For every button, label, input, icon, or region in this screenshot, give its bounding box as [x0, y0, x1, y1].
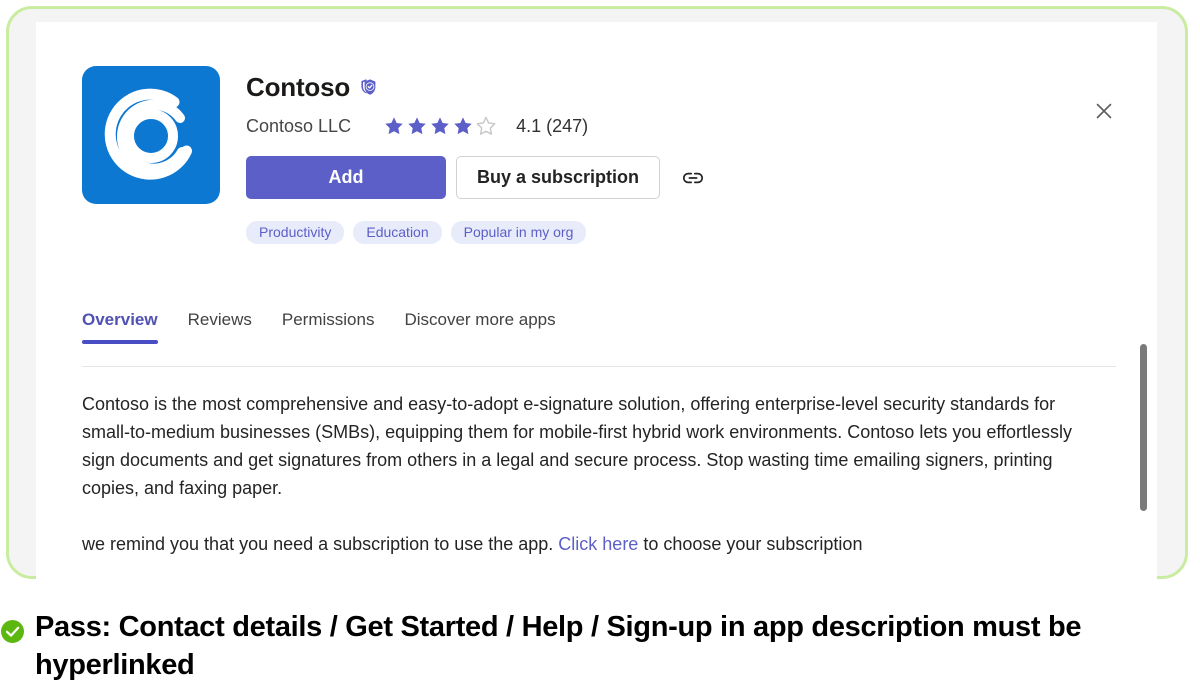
- click-here-link[interactable]: Click here: [558, 534, 638, 554]
- overview-content: Contoso is the most comprehensive and ea…: [82, 390, 1092, 558]
- description-paragraph: Contoso is the most comprehensive and ea…: [82, 394, 1073, 498]
- publisher-row: Contoso LLC 4.1 (247): [246, 113, 1006, 139]
- app-detail-dialog: Contoso Contoso LLC 4.1 (247) Add Buy a …: [36, 22, 1157, 579]
- buy-subscription-button[interactable]: Buy a subscription: [456, 156, 661, 199]
- close-button[interactable]: [1087, 94, 1121, 128]
- contoso-app-icon: [82, 66, 220, 204]
- scrollbar-thumb[interactable]: [1140, 344, 1147, 511]
- category-chips: Productivity Education Popular in my org: [246, 221, 1006, 244]
- tab-permissions[interactable]: Permissions: [267, 310, 390, 344]
- tab-overview[interactable]: Overview: [82, 310, 173, 344]
- star-empty-icon: [476, 116, 496, 135]
- chip-productivity[interactable]: Productivity: [246, 221, 345, 244]
- subscription-note-prefix: we remind you that you need a subscripti…: [82, 534, 559, 554]
- status-message: Pass: Contact details / Get Started / He…: [35, 611, 1082, 681]
- title-row: Contoso: [246, 70, 1006, 104]
- action-buttons: Add Buy a subscription: [246, 156, 1006, 199]
- close-icon: [1096, 103, 1112, 119]
- content-scrollbar[interactable]: [1138, 322, 1148, 572]
- star-filled-icon: [454, 117, 472, 135]
- chip-education[interactable]: Education: [353, 221, 442, 244]
- verified-shield-icon: [359, 77, 379, 97]
- tab-divider: [82, 366, 1116, 367]
- tab-reviews[interactable]: Reviews: [173, 310, 267, 344]
- check-circle-icon: [0, 619, 25, 644]
- chip-popular-in-my-org[interactable]: Popular in my org: [450, 221, 587, 244]
- rating-value: 4.1 (247): [516, 115, 589, 136]
- star-filled-icon: [385, 117, 403, 135]
- tab-discover-more-apps[interactable]: Discover more apps: [389, 310, 570, 344]
- star-filled-icon: [431, 117, 449, 135]
- page-title: Contoso: [246, 71, 351, 102]
- subscription-note-suffix: to choose your subscription: [638, 534, 863, 554]
- star-filled-icon: [408, 117, 426, 135]
- subscription-note-paragraph: we remind you that you need a subscripti…: [82, 530, 1092, 558]
- app-header: Contoso Contoso LLC 4.1 (247) Add Buy a …: [246, 70, 1006, 244]
- result-caption: Pass: Contact details / Get Started / He…: [0, 608, 1200, 684]
- add-button[interactable]: Add: [246, 156, 446, 199]
- rating-stars: [383, 115, 497, 137]
- tab-bar: Overview Reviews Permissions Discover mo…: [82, 310, 571, 344]
- publisher-name: Contoso LLC: [246, 115, 352, 136]
- link-icon: [682, 172, 704, 183]
- copy-link-button[interactable]: [678, 163, 708, 193]
